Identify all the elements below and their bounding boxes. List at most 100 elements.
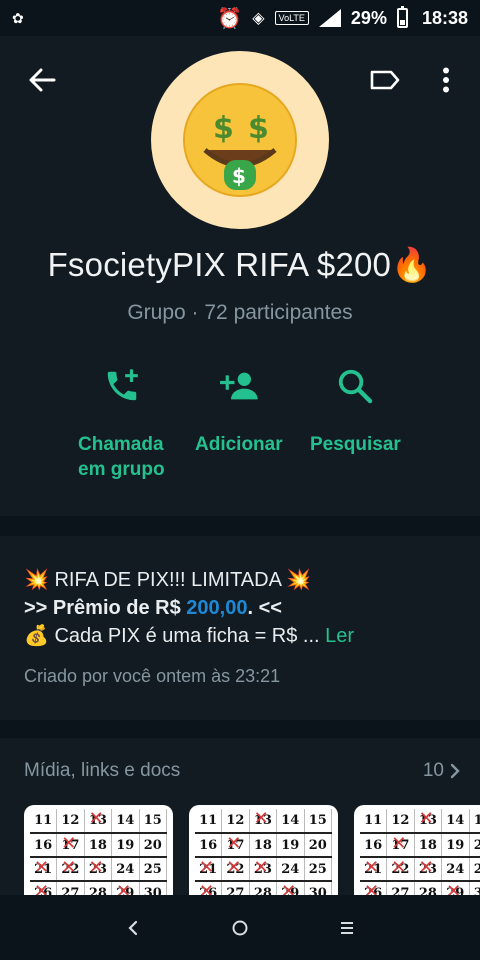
media-thumbnail[interactable]: 1112131415 1617181920 2122232425 2627282… xyxy=(354,805,480,905)
add-call-icon xyxy=(102,366,142,406)
group-call-label-line1: Chamada xyxy=(78,434,164,455)
raffle-number-cell: 18 xyxy=(414,833,443,858)
raffle-number-cell: 12 xyxy=(56,809,85,834)
media-thumbnail[interactable]: 1112131415 1617181920 2122232425 2627282… xyxy=(189,805,338,905)
add-participant-button[interactable]: Adicionar xyxy=(195,366,283,457)
raffle-number-cell: 15 xyxy=(469,809,480,834)
raffle-number-cell: 23 xyxy=(249,856,278,882)
raffle-number-cell: 18 xyxy=(84,833,113,858)
nav-back-button[interactable] xyxy=(108,903,158,953)
nav-home-button[interactable] xyxy=(215,903,265,953)
raffle-number-cell: 19 xyxy=(111,833,140,858)
raffle-number-cell: 14 xyxy=(441,809,470,834)
raffle-grid-image: 1112131415 1617181920 2122232425 2627282… xyxy=(195,808,333,905)
clock: 18:38 xyxy=(421,7,468,28)
raffle-number-cell: 22 xyxy=(56,856,85,882)
raffle-number-cell: 16 xyxy=(360,833,388,858)
read-more-link[interactable]: Ler xyxy=(325,625,354,647)
raffle-number-cell: 16 xyxy=(195,833,223,858)
raffle-number-cell: 11 xyxy=(360,809,388,834)
raffle-number-cell: 22 xyxy=(386,856,415,882)
media-count: 10 xyxy=(422,760,444,781)
system-navigation-bar xyxy=(0,895,480,960)
raffle-number-cell: 12 xyxy=(386,809,415,834)
group-call-label-line2: em grupo xyxy=(78,459,165,480)
raffle-number-cell: 14 xyxy=(276,809,305,834)
group-info-header: $ $ $ FsocietyPIX RIFA $200🔥 Grupo · 72 … xyxy=(0,36,480,516)
battery-icon xyxy=(396,6,408,28)
media-thumbnails: 1112131415 1617181920 2122232425 2627282… xyxy=(24,805,480,905)
raffle-number-cell: 11 xyxy=(195,809,223,834)
raffle-number-cell: 25 xyxy=(304,857,333,882)
prize-suffix: . << xyxy=(247,597,282,619)
nav-menu-button[interactable] xyxy=(322,903,372,953)
raffle-number-cell: 21 xyxy=(30,856,58,882)
raffle-number-cell: 14 xyxy=(111,809,140,834)
description-line-1: 💥 RIFA DE PIX!!! LIMITADA 💥 xyxy=(24,569,312,591)
data-saver-icon: ◈ xyxy=(252,10,265,27)
prize-prefix: >> Prêmio de R$ xyxy=(24,597,187,619)
description-line-3-text: 💰 Cada PIX é uma ficha = R$ ... xyxy=(24,625,326,647)
raffle-number-cell: 17 xyxy=(221,832,250,858)
raffle-number-cell: 11 xyxy=(30,809,58,834)
signal-icon xyxy=(318,9,341,27)
media-count-link[interactable]: 10 xyxy=(423,760,460,782)
group-call-button[interactable]: Chamada em grupo xyxy=(78,366,165,482)
label-button[interactable] xyxy=(365,64,405,96)
description-line-3: 💰 Cada PIX é uma ficha = R$ ... Ler xyxy=(24,622,456,650)
raffle-grid-image: 1112131415 1617181920 2122232425 2627282… xyxy=(360,808,480,905)
svg-text:$: $ xyxy=(248,111,269,146)
raffle-number-cell: 24 xyxy=(441,857,470,882)
raffle-number-cell: 12 xyxy=(221,809,250,834)
label-icon xyxy=(370,70,400,90)
more-vert-icon xyxy=(443,67,449,93)
raffle-number-cell: 18 xyxy=(249,833,278,858)
status-bar: ✿ ⏰ ◈ VoLTE 29% 18:38 xyxy=(0,0,480,36)
media-title: Mídia, links e docs xyxy=(24,760,181,781)
group-description[interactable]: 💥 RIFA DE PIX!!! LIMITADA 💥 >> Prêmio de… xyxy=(0,536,480,720)
notification-icon: ✿ xyxy=(12,9,24,26)
raffle-number-cell: 17 xyxy=(386,832,415,858)
raffle-number-cell: 21 xyxy=(360,856,388,882)
raffle-grid-image: 1112131415 1617181920 2122232425 2627282… xyxy=(30,808,168,905)
svg-text:$: $ xyxy=(213,111,234,146)
raffle-number-cell: 15 xyxy=(304,809,333,834)
raffle-number-cell: 13 xyxy=(249,808,278,834)
raffle-number-cell: 19 xyxy=(441,833,470,858)
participants-count: Grupo · 72 participantes xyxy=(127,301,353,324)
raffle-number-cell: 21 xyxy=(195,856,223,882)
media-thumbnail[interactable]: 1112131415 1617181920 2122232425 2627282… xyxy=(24,805,173,905)
add-participant-label: Adicionar xyxy=(195,434,283,455)
raffle-number-cell: 17 xyxy=(56,832,85,858)
add-person-icon xyxy=(219,366,259,406)
group-avatar[interactable]: $ $ $ xyxy=(151,51,329,229)
money-mouth-face-icon: $ $ $ xyxy=(183,83,297,197)
raffle-number-cell: 24 xyxy=(276,857,305,882)
search-label: Pesquisar xyxy=(310,434,401,455)
description-line-2: >> Prêmio de R$ 200,00. << xyxy=(24,594,456,622)
svg-text:$: $ xyxy=(232,164,246,188)
raffle-number-cell: 13 xyxy=(414,808,443,834)
raffle-number-cell: 16 xyxy=(30,833,58,858)
volte-badge: VoLTE xyxy=(274,11,309,25)
circle-icon xyxy=(232,920,248,935)
created-info: Criado por você ontem às 23:21 xyxy=(24,666,281,686)
search-icon xyxy=(335,366,375,406)
back-button[interactable] xyxy=(24,64,60,96)
raffle-number-cell: 19 xyxy=(276,833,305,858)
chevron-left-icon xyxy=(128,920,138,935)
raffle-number-cell: 23 xyxy=(84,856,113,882)
media-header[interactable]: Mídia, links e docs 10 xyxy=(24,760,460,782)
chevron-right-icon xyxy=(450,763,460,779)
search-button[interactable]: Pesquisar xyxy=(310,366,401,457)
alarm-icon: ⏰ xyxy=(217,7,243,30)
media-section: Mídia, links e docs 10 1112131415 161718… xyxy=(0,738,480,905)
more-options-button[interactable] xyxy=(432,64,460,96)
prize-amount[interactable]: 200,00 xyxy=(186,597,247,619)
raffle-number-cell: 22 xyxy=(221,856,250,882)
raffle-number-cell: 25 xyxy=(139,857,168,882)
menu-icon xyxy=(340,921,353,934)
status-icons: ⏰ ◈ VoLTE 29% 18:38 xyxy=(217,6,468,31)
raffle-number-cell: 15 xyxy=(139,809,168,834)
raffle-number-cell: 24 xyxy=(111,857,140,882)
